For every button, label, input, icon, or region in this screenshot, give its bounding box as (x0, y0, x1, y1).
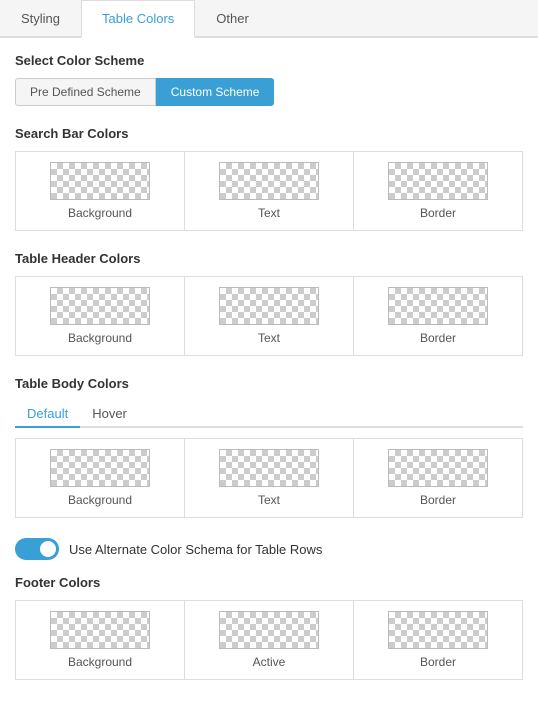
tab-table-colors[interactable]: Table Colors (81, 0, 195, 38)
tab-other[interactable]: Other (195, 0, 270, 36)
table-header-background-label: Background (68, 331, 132, 345)
search-bar-border[interactable]: Border (354, 152, 522, 230)
scheme-buttons: Pre Defined Scheme Custom Scheme (15, 78, 523, 106)
search-bar-colors-title: Search Bar Colors (15, 126, 523, 141)
sub-tab-hover[interactable]: Hover (80, 401, 139, 428)
sub-tab-default[interactable]: Default (15, 401, 80, 428)
toggle-track (15, 538, 59, 560)
table-header-background-swatch[interactable] (50, 287, 150, 325)
table-body-background[interactable]: Background (16, 439, 185, 517)
footer-active-label: Active (253, 655, 286, 669)
search-bar-text-swatch[interactable] (219, 162, 319, 200)
footer-border-label: Border (420, 655, 456, 669)
table-body-background-swatch[interactable] (50, 449, 150, 487)
alternate-color-row: Use Alternate Color Schema for Table Row… (15, 538, 523, 560)
search-bar-border-swatch[interactable] (388, 162, 488, 200)
table-header-text[interactable]: Text (185, 277, 354, 355)
search-bar-border-label: Border (420, 206, 456, 220)
main-content: Select Color Scheme Pre Defined Scheme C… (0, 38, 538, 715)
table-header-colors-title: Table Header Colors (15, 251, 523, 266)
search-bar-text[interactable]: Text (185, 152, 354, 230)
custom-scheme-button[interactable]: Custom Scheme (156, 78, 275, 106)
toggle-thumb (40, 541, 56, 557)
search-bar-background-label: Background (68, 206, 132, 220)
alternate-color-label: Use Alternate Color Schema for Table Row… (69, 542, 322, 557)
footer-background-swatch[interactable] (50, 611, 150, 649)
table-body-colors-title: Table Body Colors (15, 376, 523, 391)
table-header-border-swatch[interactable] (388, 287, 488, 325)
footer-active-swatch[interactable] (219, 611, 319, 649)
footer-border-swatch[interactable] (388, 611, 488, 649)
table-body-text[interactable]: Text (185, 439, 354, 517)
footer-active[interactable]: Active (185, 601, 354, 679)
search-bar-background-swatch[interactable] (50, 162, 150, 200)
table-body-color-group: Background Text Border (15, 438, 523, 518)
sub-tab-bar: Default Hover (15, 401, 523, 428)
footer-colors-title: Footer Colors (15, 575, 523, 590)
table-body-text-label: Text (258, 493, 280, 507)
table-header-border[interactable]: Border (354, 277, 522, 355)
search-bar-background[interactable]: Background (16, 152, 185, 230)
table-body-border-label: Border (420, 493, 456, 507)
table-header-text-swatch[interactable] (219, 287, 319, 325)
table-header-text-label: Text (258, 331, 280, 345)
tab-styling[interactable]: Styling (0, 0, 81, 36)
search-bar-text-label: Text (258, 206, 280, 220)
table-header-background[interactable]: Background (16, 277, 185, 355)
footer-color-group: Background Active Border (15, 600, 523, 680)
table-header-border-label: Border (420, 331, 456, 345)
table-body-text-swatch[interactable] (219, 449, 319, 487)
footer-border[interactable]: Border (354, 601, 522, 679)
footer-background-label: Background (68, 655, 132, 669)
table-body-border-swatch[interactable] (388, 449, 488, 487)
footer-background[interactable]: Background (16, 601, 185, 679)
search-bar-color-group: Background Text Border (15, 151, 523, 231)
pre-defined-scheme-button[interactable]: Pre Defined Scheme (15, 78, 156, 106)
alternate-color-toggle[interactable] (15, 538, 59, 560)
table-body-background-label: Background (68, 493, 132, 507)
table-header-color-group: Background Text Border (15, 276, 523, 356)
color-scheme-title: Select Color Scheme (15, 53, 523, 68)
table-body-border[interactable]: Border (354, 439, 522, 517)
tab-bar: Styling Table Colors Other (0, 0, 538, 38)
